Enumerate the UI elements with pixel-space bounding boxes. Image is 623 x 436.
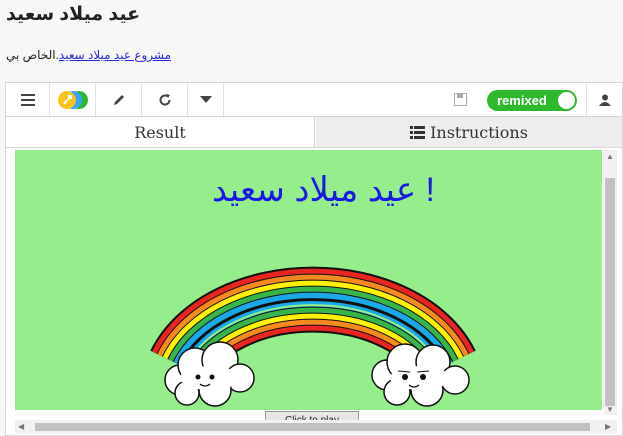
- app-logo-icon: [57, 90, 88, 109]
- page-title: عيد ميلاد سعيد: [6, 4, 141, 25]
- rainbow-illustration: [150, 266, 476, 407]
- user-button[interactable]: [586, 83, 622, 116]
- remixed-toggle[interactable]: remixed: [487, 90, 577, 111]
- vertical-scrollbar[interactable]: ▲ ▼: [603, 150, 617, 415]
- pencil-icon: [113, 94, 124, 105]
- attribution: مشروع عيد ميلاد سعيد.الخاص بي: [6, 48, 171, 62]
- attribution-prefix: .الخاص بي: [6, 48, 59, 62]
- tabs: Result Instructions: [6, 117, 622, 148]
- horizontal-scroll-thumb[interactable]: [35, 423, 590, 431]
- tab-result[interactable]: Result: [6, 117, 315, 147]
- scroll-right-icon[interactable]: ▶: [605, 422, 611, 431]
- menu-button[interactable]: [6, 83, 50, 116]
- edit-button[interactable]: [96, 83, 142, 116]
- project-link[interactable]: مشروع عيد ميلاد سعيد: [59, 48, 171, 62]
- output-stage: ! عيد ميلاد سعيد: [15, 150, 602, 410]
- list-icon: [410, 125, 426, 139]
- more-dropdown-button[interactable]: [188, 83, 224, 116]
- user-icon: [598, 94, 611, 106]
- vertical-scroll-thumb[interactable]: [605, 178, 615, 406]
- menu-icon: [20, 93, 35, 106]
- save-button[interactable]: [447, 83, 473, 116]
- scroll-left-icon[interactable]: ◀: [18, 422, 24, 431]
- horizontal-scrollbar[interactable]: ◀ ▶: [15, 420, 617, 434]
- project-frame: remixed Result Instructions ! عيد ميلاد …: [5, 82, 623, 436]
- toggle-knob: [558, 92, 575, 109]
- reload-button[interactable]: [142, 83, 188, 116]
- toolbar: remixed: [6, 83, 622, 117]
- reload-icon: [159, 93, 171, 106]
- scroll-down-icon[interactable]: ▼: [606, 405, 614, 414]
- caret-down-icon: [199, 95, 212, 103]
- save-icon: [453, 93, 467, 106]
- scroll-up-icon[interactable]: ▲: [606, 152, 614, 161]
- remixed-label: remixed: [497, 93, 547, 108]
- app-logo-button[interactable]: [50, 83, 96, 116]
- tab-result-label: Result: [134, 122, 186, 142]
- tab-instructions-label: Instructions: [430, 122, 528, 142]
- tab-instructions[interactable]: Instructions: [316, 117, 622, 147]
